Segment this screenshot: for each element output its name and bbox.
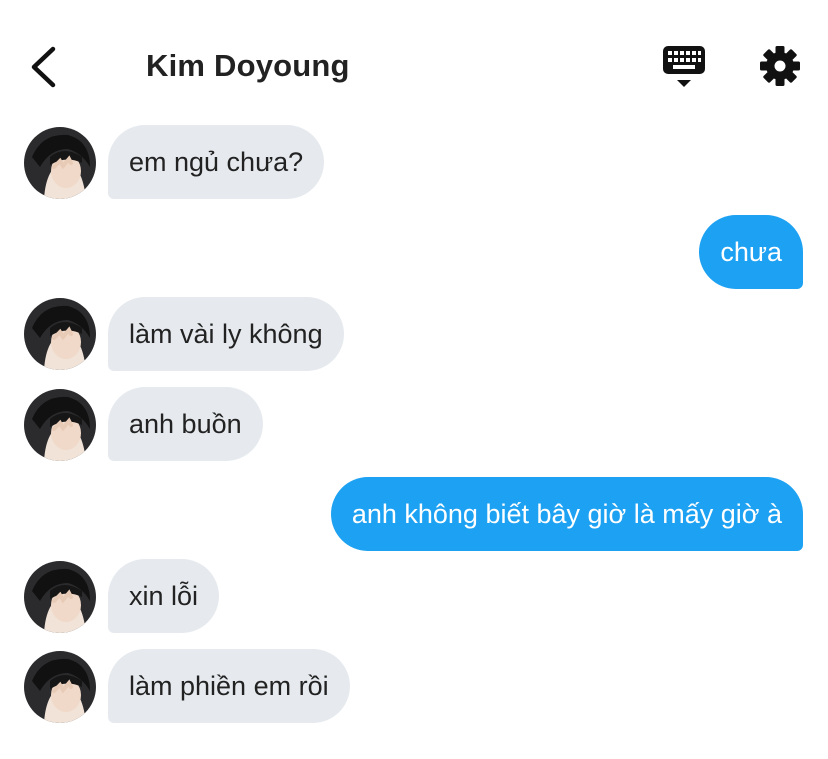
message-bubble-incoming[interactable]: làm vài ly không xyxy=(108,297,344,371)
gear-icon xyxy=(760,46,800,86)
chevron-left-icon xyxy=(31,46,56,88)
settings-button[interactable] xyxy=(758,44,802,88)
avatar-image xyxy=(24,651,96,723)
back-button[interactable] xyxy=(26,44,66,90)
page-title: Kim Doyoung xyxy=(146,48,350,83)
avatar[interactable] xyxy=(24,127,96,199)
message-bubble-incoming[interactable]: làm phiền em rồi xyxy=(108,649,350,723)
avatar-image xyxy=(24,389,96,461)
avatar[interactable] xyxy=(24,561,96,633)
message-bubble-outgoing[interactable]: anh không biết bây giờ là mấy giờ à xyxy=(330,477,803,551)
avatar-image xyxy=(24,561,96,633)
avatar[interactable] xyxy=(24,389,96,461)
avatar[interactable] xyxy=(24,651,96,723)
keyboard-icon xyxy=(663,46,705,87)
message-bubble-incoming[interactable]: em ngủ chưa? xyxy=(108,125,325,199)
avatar-image xyxy=(24,298,96,370)
message-bubble-incoming[interactable]: anh buồn xyxy=(108,387,263,461)
message-bubble-outgoing[interactable]: chưa xyxy=(699,215,803,289)
avatar[interactable] xyxy=(24,298,96,370)
chat-header: Kim Doyoung xyxy=(0,0,828,110)
keyboard-button[interactable] xyxy=(662,44,708,90)
avatar-image xyxy=(24,127,96,199)
message-bubble-incoming[interactable]: xin lỗi xyxy=(108,559,220,633)
